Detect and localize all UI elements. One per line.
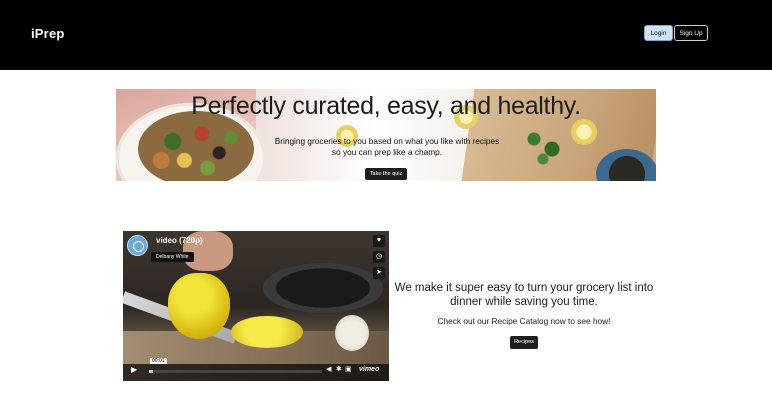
hero-salad-image — [138, 111, 254, 181]
garlic-image — [335, 315, 369, 351]
hero-subtitle: Bringing groceries to you based on what … — [274, 136, 500, 157]
hero-title: Perfectly curated, easy, and healthy. — [191, 92, 581, 120]
clock-icon[interactable]: ◷ — [373, 251, 385, 263]
promo-subtext: Check out our Recipe Catalog now to see … — [437, 316, 611, 326]
video-player[interactable]: video (720p) Delbany White ♥ ◷ ➤ ▶ 00:01… — [123, 231, 389, 381]
settings-icon[interactable]: ✱ — [336, 365, 342, 373]
vimeo-logo[interactable]: vimeo — [359, 366, 379, 373]
herbs-image — [516, 119, 576, 169]
login-button[interactable]: Login — [644, 25, 673, 41]
take-quiz-button[interactable]: Take the quiz — [365, 168, 407, 180]
seek-progress — [149, 370, 153, 373]
pepper-image — [168, 273, 230, 339]
signup-button[interactable]: Sign Up — [674, 25, 708, 41]
play-icon[interactable]: ▶ — [131, 365, 137, 374]
navbar: iPrep Login Sign Up — [0, 0, 772, 70]
video-title[interactable]: video (720p) — [156, 236, 203, 245]
channel-avatar-icon[interactable] — [127, 235, 148, 256]
pip-icon[interactable]: ▣ — [345, 365, 352, 373]
share-icon[interactable]: ➤ — [373, 267, 385, 279]
recipes-button[interactable]: Recipes — [510, 336, 538, 349]
volume-icon[interactable]: ◀ — [326, 365, 331, 373]
promo-headline: We make it super easy to turn your groce… — [394, 282, 654, 308]
video-byline[interactable]: Delbany White — [151, 252, 194, 262]
heart-icon[interactable]: ♥ — [373, 235, 385, 247]
pepper-slice-image — [231, 316, 303, 348]
brand-logo[interactable]: iPrep — [31, 26, 65, 41]
seek-bar[interactable] — [149, 370, 322, 373]
timecode-tooltip: 00:01 — [150, 358, 167, 364]
pan-image — [263, 263, 383, 313]
